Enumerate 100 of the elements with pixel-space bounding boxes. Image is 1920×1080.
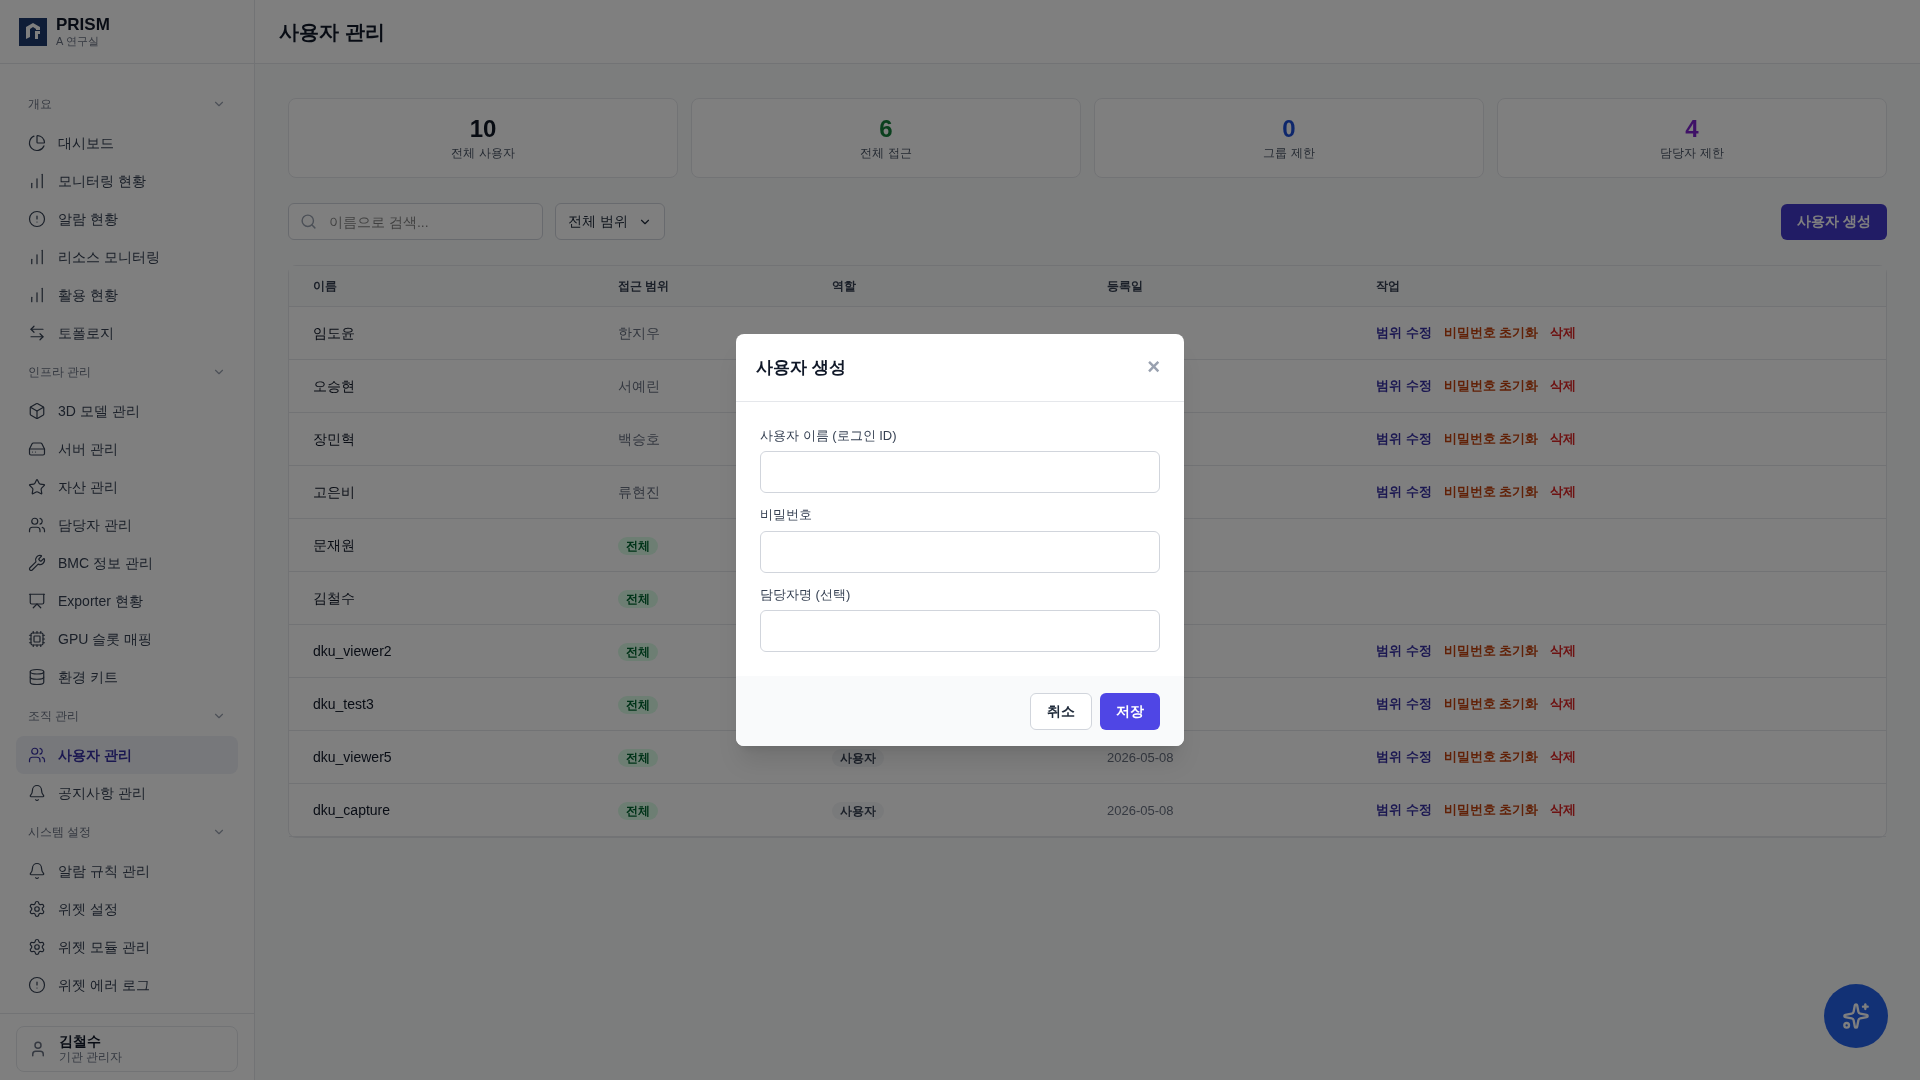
close-button[interactable]: ×	[1143, 356, 1164, 379]
section-header[interactable]: 시스템 설정	[16, 812, 238, 852]
edit-scope-link[interactable]: 범위 수정	[1376, 323, 1432, 343]
delete-link[interactable]: 삭제	[1550, 694, 1577, 714]
nav-item[interactable]: 알람 규칙 관리	[16, 852, 238, 890]
delete-link[interactable]: 삭제	[1550, 482, 1577, 502]
reset-password-link[interactable]: 비밀번호 초기화	[1443, 747, 1539, 767]
date-cell: 2026-05-08	[1107, 749, 1174, 765]
field-label: 담당자명 (선택)	[760, 585, 852, 604]
edit-scope-link[interactable]: 범위 수정	[1376, 429, 1432, 449]
alert-icon	[28, 976, 46, 994]
user-name-cell: 김철수	[313, 589, 355, 606]
nav-item[interactable]: 서버 관리	[16, 430, 238, 468]
user-icon	[29, 1039, 47, 1058]
input-field[interactable]	[760, 451, 1160, 494]
stat-label: 그룹 제한	[1263, 145, 1315, 162]
scope-tag: 전체	[618, 642, 658, 661]
nav-item[interactable]: 리소스 모니터링	[16, 238, 238, 276]
role-tag: 사용자	[832, 801, 884, 820]
user-role: 기관 관리자	[59, 1050, 123, 1065]
column-header: 등록일	[1107, 279, 1143, 293]
user-name-cell: dku_capture	[313, 801, 391, 818]
nav-item[interactable]: 환경 키트	[16, 658, 238, 696]
scope-cell: 류현진	[618, 483, 660, 500]
delete-link[interactable]: 삭제	[1550, 800, 1577, 820]
edit-scope-link[interactable]: 범위 수정	[1376, 800, 1432, 820]
nav-item[interactable]: BMC 정보 관리	[16, 544, 238, 582]
nav-item[interactable]: Exporter 현황	[16, 582, 238, 620]
reset-password-link[interactable]: 비밀번호 초기화	[1443, 694, 1539, 714]
reset-password-link[interactable]: 비밀번호 초기화	[1443, 429, 1539, 449]
reset-password-link[interactable]: 비밀번호 초기화	[1443, 482, 1539, 502]
delete-link[interactable]: 삭제	[1550, 323, 1577, 343]
save-button[interactable]: 저장	[1100, 692, 1160, 730]
edit-scope-link[interactable]: 범위 수정	[1376, 376, 1432, 396]
database-icon	[28, 668, 46, 686]
page-title: 사용자 관리	[279, 19, 385, 45]
nav-item[interactable]: 토폴로지	[16, 314, 238, 352]
user-name: 김철수	[59, 1032, 102, 1050]
delete-link[interactable]: 삭제	[1550, 641, 1577, 661]
alert-icon	[28, 210, 46, 228]
user-name-cell: 임도윤	[313, 324, 355, 341]
edit-scope-link[interactable]: 범위 수정	[1376, 482, 1432, 502]
settings-icon	[28, 900, 46, 918]
nav-item[interactable]: 자산 관리	[16, 468, 238, 506]
nav-item[interactable]: 위젯 설정	[16, 890, 238, 928]
stat-value: 10	[469, 114, 497, 144]
brand-name: PRISM	[56, 14, 110, 36]
nav-item[interactable]: 대시보드	[16, 124, 238, 162]
column-header: 작업	[1376, 279, 1400, 293]
reset-password-link[interactable]: 비밀번호 초기화	[1443, 800, 1539, 820]
stat-label: 전체 접근	[860, 145, 912, 162]
cancel-button[interactable]: 취소	[1030, 692, 1092, 730]
nav-item[interactable]: 담당자 관리	[16, 506, 238, 544]
nav-item[interactable]: GPU 슬롯 매핑	[16, 620, 238, 658]
pie-chart-icon	[28, 134, 46, 152]
edit-scope-link[interactable]: 범위 수정	[1376, 641, 1432, 661]
user-name-cell: 고은비	[313, 483, 355, 500]
section-header[interactable]: 개요	[16, 84, 238, 124]
scope-cell: 서예린	[618, 377, 660, 394]
delete-link[interactable]: 삭제	[1550, 376, 1577, 396]
date-cell: 2026-05-08	[1107, 802, 1174, 818]
bell-icon	[28, 862, 46, 880]
server-icon	[28, 440, 46, 458]
input-field[interactable]	[760, 530, 1160, 573]
nav-item[interactable]: 위젯 에러 로그	[16, 966, 238, 1004]
reset-password-link[interactable]: 비밀번호 초기화	[1443, 323, 1539, 343]
sparkle-icon	[1842, 1002, 1870, 1030]
nav-item[interactable]: 활용 현황	[16, 276, 238, 314]
scope-tag: 전체	[618, 536, 658, 555]
search-icon	[300, 213, 317, 230]
nav-item[interactable]: 사용자 관리	[16, 736, 238, 774]
nav-item[interactable]: 3D 모델 관리	[16, 392, 238, 430]
user-name-cell: dku_test3	[313, 695, 374, 712]
arrows-icon	[28, 324, 46, 342]
nav-item[interactable]: 모니터링 현황	[16, 162, 238, 200]
edit-scope-link[interactable]: 범위 수정	[1376, 747, 1432, 767]
user-name-cell: dku_viewer5	[313, 748, 392, 765]
bell-icon	[28, 784, 46, 802]
search-field[interactable]: 이름으로 검색...	[288, 203, 543, 240]
delete-link[interactable]: 삭제	[1550, 747, 1577, 767]
bar-chart-icon	[28, 248, 46, 266]
section-header[interactable]: 조직 관리	[16, 696, 238, 736]
user-card[interactable]: 김철수 기관 관리자	[16, 1025, 238, 1072]
nav-item[interactable]: 알람 현황	[16, 200, 238, 238]
delete-link[interactable]: 삭제	[1550, 429, 1577, 449]
column-header: 이름	[313, 279, 337, 293]
field-label: 비밀번호	[760, 506, 813, 525]
scope-cell: 한지우	[618, 324, 660, 341]
scope-select[interactable]: 전체 범위	[555, 203, 665, 240]
section-header[interactable]: 인프라 관리	[16, 352, 238, 392]
nav-item[interactable]: 위젯 모듈 관리	[16, 928, 238, 966]
reset-password-link[interactable]: 비밀번호 초기화	[1443, 641, 1539, 661]
reset-password-link[interactable]: 비밀번호 초기화	[1443, 376, 1539, 396]
edit-scope-link[interactable]: 범위 수정	[1376, 694, 1432, 714]
stat-label: 담당자 제한	[1660, 145, 1724, 162]
input-field[interactable]	[760, 610, 1160, 653]
user-name-cell: 오승현	[313, 377, 355, 394]
create-user-button[interactable]: 사용자 생성	[1781, 203, 1887, 240]
nav-item[interactable]: 공지사항 관리	[16, 774, 238, 812]
logo-icon	[18, 16, 48, 47]
